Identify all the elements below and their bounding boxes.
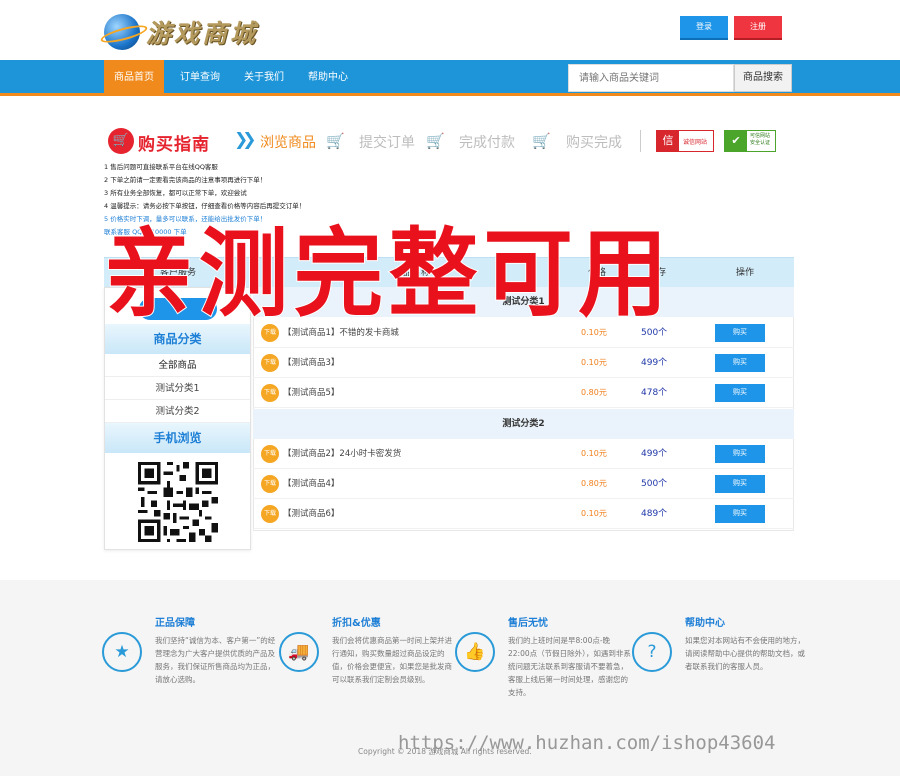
notice-item: 4 温馨提示：请务必按下单按钮，仔细查看价格等内容后再提交订单！: [104, 202, 306, 210]
double-chevron-icon: ❯❯: [234, 130, 256, 150]
product-row: 下载 【测试商品3】 0.10元 499个 购买: [253, 348, 794, 378]
step-done: 购买完成: [566, 135, 622, 151]
buy-button[interactable]: 购买: [715, 354, 765, 372]
safe-badge[interactable]: ✔ 可信网站 安全认证: [724, 130, 776, 152]
overlay-stamp-text: 亲测完整可用: [103, 217, 674, 331]
site-logo[interactable]: 游戏商城: [104, 12, 279, 52]
feature-title: 售后无忧: [508, 618, 548, 629]
trust-icon: 信: [657, 131, 679, 151]
thumbs-up-icon: 👍: [455, 632, 495, 672]
cart-icon: 🛒: [326, 132, 345, 150]
divider: [640, 130, 641, 152]
product-price: 0.10元: [581, 358, 607, 367]
search-button[interactable]: 商品搜索: [734, 64, 792, 92]
truck-icon: 🚚: [279, 632, 319, 672]
step-browse: 浏览商品: [260, 135, 316, 151]
buy-button[interactable]: 购买: [715, 505, 765, 523]
watermark-url: https://www.huzhan.com/ishop43604: [398, 732, 776, 754]
feature-desc: 如果您对本网站有不会使用的地方，请阅读帮助中心提供的帮助文档，或者联系我们的客服…: [685, 636, 805, 671]
purchase-guide: 🛒 购买指南 ❯❯ 浏览商品 🛒 提交订单 🛒 完成付款 🛒 购买完成 信 诚信…: [104, 124, 794, 158]
product-name[interactable]: 【测试商品5】: [283, 378, 339, 408]
site-header: 游戏商城 登录 注册: [0, 0, 900, 60]
notice-item: 1 售后问题可直接联系平台在线QQ客服: [104, 163, 218, 171]
nav-item-help[interactable]: 帮助中心: [300, 60, 356, 96]
product-name[interactable]: 【测试商品4】: [283, 469, 339, 499]
award-icon: ★: [102, 632, 142, 672]
feature-desc: 我们坚持“诚信为本、客户第一”的经营理念为广大客户提供优质的产品及服务，我们保证…: [155, 636, 276, 684]
product-row: 下载 【测试商品2】24小时卡密发货 0.10元 499个 购买: [253, 439, 794, 469]
buy-button[interactable]: 购买: [715, 445, 765, 463]
step-pay: 完成付款: [459, 135, 515, 151]
product-name[interactable]: 【测试商品2】24小时卡密发货: [283, 439, 401, 469]
product-stock: 500个: [641, 479, 668, 489]
product-row: 下载 【测试商品6】 0.10元 489个 购买: [253, 499, 794, 529]
feature-title: 帮助中心: [685, 618, 725, 629]
trust-badge-label: 诚信网站: [683, 139, 708, 146]
product-price: 0.10元: [581, 509, 607, 518]
search-input[interactable]: [568, 64, 734, 92]
product-price: 0.10元: [581, 449, 607, 458]
step-submit: 提交订单: [359, 135, 415, 151]
product-stock: 499个: [641, 449, 668, 459]
buy-button[interactable]: 购买: [715, 475, 765, 493]
product-name[interactable]: 【测试商品3】: [283, 348, 339, 378]
product-badge: 下载: [261, 475, 279, 493]
question-icon: ?: [632, 632, 672, 672]
qr-code: [138, 462, 218, 542]
product-stock: 499个: [641, 358, 668, 368]
page: 游戏商城 登录 注册 商品首页 订单查询 关于我们 帮助中心 商品搜索 🛒 购买…: [0, 0, 900, 776]
feature-title: 正品保障: [155, 618, 195, 629]
site-footer: ★ 正品保障 我们坚持“诚信为本、客户第一”的经营理念为广大客户提供优质的产品及…: [0, 580, 900, 776]
product-stock: 478个: [641, 388, 668, 398]
product-name[interactable]: 【测试商品6】: [283, 499, 339, 529]
trust-badge[interactable]: 信 诚信网站: [656, 130, 714, 152]
nav-item-orders[interactable]: 订单查询: [172, 60, 228, 96]
register-button[interactable]: 注册: [734, 16, 782, 38]
product-badge: 下载: [261, 505, 279, 523]
guide-title: 购买指南: [138, 135, 210, 155]
login-button[interactable]: 登录: [680, 16, 728, 38]
buy-button[interactable]: 购买: [715, 384, 765, 402]
cart-icon: 🛒: [426, 132, 445, 150]
product-price: 0.80元: [581, 388, 607, 397]
product-stock: 489个: [641, 509, 668, 519]
product-row: 下载 【测试商品5】 0.80元 478个 购买: [253, 378, 794, 408]
globe-icon: [104, 14, 140, 50]
product-badge: 下载: [261, 384, 279, 402]
feature-desc: 我们会将优惠商品第一时间上架并进行通知，购买数量超过商品设定的值，价格会更便宜，…: [332, 636, 452, 684]
product-row: 下载 【测试商品4】 0.80元 500个 购买: [253, 469, 794, 499]
cart-icon: 🛒: [532, 132, 551, 150]
logo-text: 游戏商城: [146, 19, 259, 48]
notice-item: 2 下单之前请一定要看完该商品的注意事项再进行下单！: [104, 176, 267, 184]
nav-item-home[interactable]: 商品首页: [104, 60, 164, 96]
mobile-heading: 手机浏览: [105, 423, 250, 453]
sidebar-item-cat1[interactable]: 测试分类1: [105, 377, 250, 400]
sidebar-item-all[interactable]: 全部商品: [105, 354, 250, 377]
feature-title: 折扣&优惠: [332, 618, 381, 629]
cart-icon: 🛒: [108, 128, 134, 154]
sidebar-item-cat2[interactable]: 测试分类2: [105, 400, 250, 423]
safe-badge-label: 可信网站 安全认证: [750, 133, 771, 146]
nav-item-about[interactable]: 关于我们: [236, 60, 292, 96]
category-row: 测试分类2: [253, 409, 794, 439]
feature-desc: 我们的上班时间是早8:00点-晚22:00点（节假日除外），如遇到非系统问题无法…: [508, 636, 631, 697]
product-price: 0.80元: [581, 479, 607, 488]
product-badge: 下载: [261, 354, 279, 372]
magnifier-check-icon: ✔: [725, 131, 747, 151]
product-badge: 下载: [261, 445, 279, 463]
notice-item: 3 所有业务全部恢复，都可以正常下单，欢迎尝试: [104, 189, 247, 197]
